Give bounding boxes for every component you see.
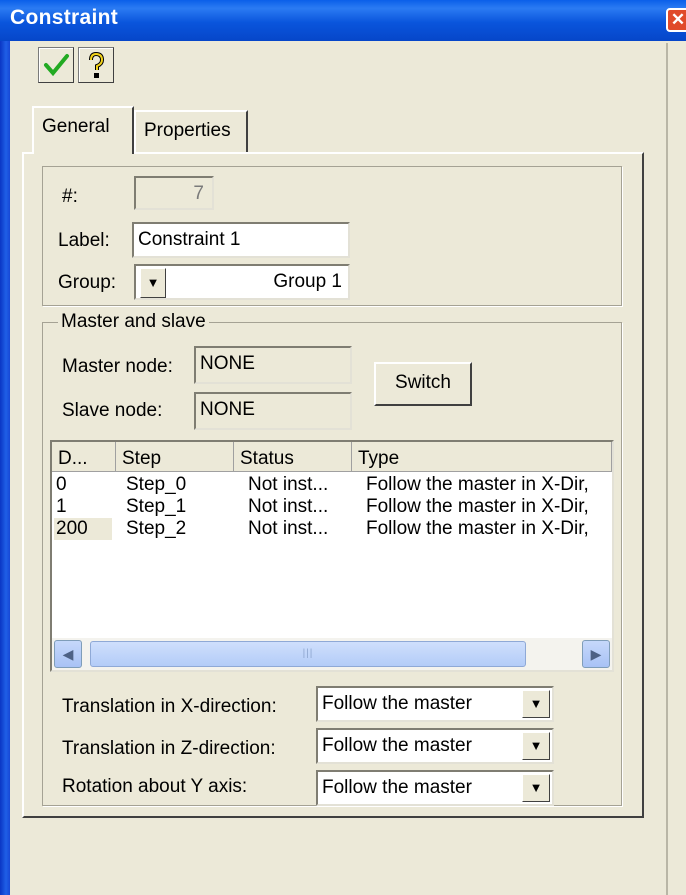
- horizontal-scrollbar[interactable]: ◀ ||| ▶: [52, 638, 612, 670]
- close-icon: ✕: [670, 10, 686, 29]
- master-node-field: NONE: [194, 346, 352, 384]
- cell-d: 0: [56, 474, 67, 495]
- ok-button[interactable]: [38, 47, 74, 83]
- cell-step: Step_2: [126, 518, 187, 539]
- title-bar[interactable]: Constraint: [0, 0, 686, 41]
- help-icon: [89, 51, 105, 78]
- check-icon: [44, 54, 69, 77]
- translation-z-select[interactable]: Follow the master ▼: [316, 728, 554, 764]
- scroll-thumb[interactable]: |||: [90, 641, 526, 667]
- group-label: Group:: [58, 272, 117, 293]
- number-field: 7: [134, 176, 214, 210]
- chevron-down-icon[interactable]: ▼: [522, 690, 550, 718]
- cell-step: Step_0: [126, 474, 187, 495]
- cell-status: Not inst...: [248, 496, 329, 517]
- slave-node-label: Slave node:: [62, 400, 163, 421]
- close-button[interactable]: ✕: [666, 8, 686, 32]
- chevron-down-icon[interactable]: ▼: [522, 732, 550, 760]
- tab-general[interactable]: General: [32, 106, 134, 154]
- cell-type: Follow the master in X-Dir,: [366, 518, 589, 539]
- translation-x-select[interactable]: Follow the master ▼: [316, 686, 554, 722]
- window-title: Constraint: [10, 6, 118, 29]
- translation-x-value: Follow the master: [322, 693, 472, 714]
- help-button[interactable]: [78, 47, 114, 83]
- right-border: [666, 43, 686, 895]
- cell-type: Follow the master in X-Dir,: [366, 474, 589, 495]
- tab-properties[interactable]: Properties: [134, 110, 248, 152]
- scroll-right-button[interactable]: ▶: [582, 640, 610, 668]
- rotation-y-value: Follow the master: [322, 777, 472, 798]
- rotation-y-select[interactable]: Follow the master ▼: [316, 770, 554, 806]
- label-label: Label:: [58, 230, 110, 251]
- column-header-type[interactable]: Type: [352, 442, 612, 472]
- cell-d: 200: [54, 518, 112, 540]
- column-header-step[interactable]: Step: [116, 442, 234, 472]
- cell-status: Not inst...: [248, 518, 329, 539]
- chevron-left-icon: ◀: [62, 646, 74, 662]
- cell-step: Step_1: [126, 496, 187, 517]
- grip-icon: |||: [302, 648, 314, 659]
- window-left-border: [0, 0, 10, 895]
- rotation-y-label: Rotation about Y axis:: [62, 776, 248, 797]
- switch-button[interactable]: Switch: [374, 362, 472, 406]
- translation-z-label: Translation in Z-direction:: [62, 738, 276, 759]
- constraint-dialog: Constraint ✕ General Properties #: 7 Lab…: [0, 0, 686, 895]
- translation-z-value: Follow the master: [322, 735, 472, 756]
- slave-node-field: NONE: [194, 392, 352, 430]
- column-header-status[interactable]: Status: [234, 442, 352, 472]
- column-header-d[interactable]: D...: [52, 442, 116, 472]
- cell-status: Not inst...: [248, 474, 329, 495]
- master-slave-legend: Master and slave: [58, 311, 209, 333]
- translation-x-label: Translation in X-direction:: [62, 696, 277, 717]
- cell-type: Follow the master in X-Dir,: [366, 496, 589, 517]
- master-node-label: Master node:: [62, 356, 173, 377]
- scroll-left-button[interactable]: ◀: [54, 640, 82, 668]
- group-combo[interactable]: Group 1: [134, 264, 350, 300]
- group-dropdown-button[interactable]: ▼: [140, 268, 166, 298]
- steps-table[interactable]: D... Step Status Type 0 Step_0 Not inst.…: [50, 440, 614, 672]
- number-label: #:: [62, 186, 78, 207]
- chevron-down-icon[interactable]: ▼: [522, 774, 550, 802]
- group-value: Group 1: [273, 271, 342, 292]
- label-input[interactable]: Constraint 1: [132, 222, 350, 258]
- cell-d: 1: [56, 496, 67, 517]
- chevron-right-icon: ▶: [590, 646, 602, 662]
- chevron-down-icon: ▼: [146, 275, 160, 290]
